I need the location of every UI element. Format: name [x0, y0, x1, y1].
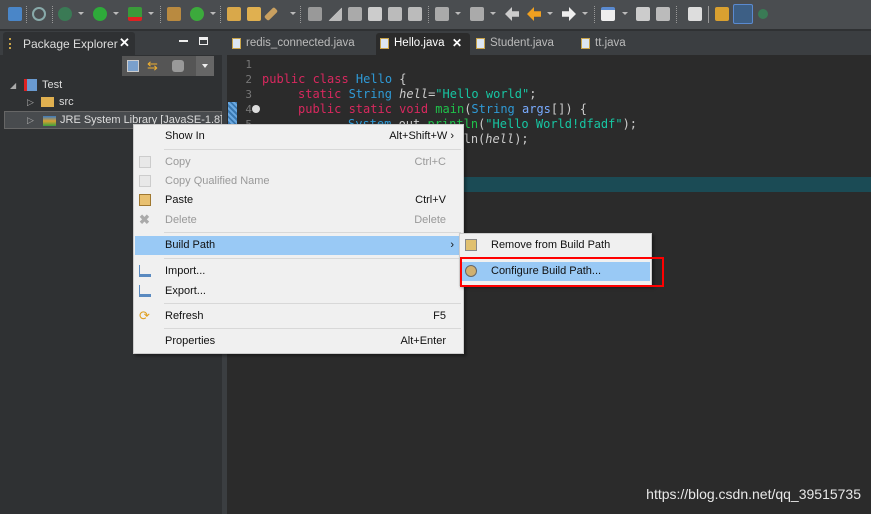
link-with-editor-icon[interactable]: ⇆: [147, 58, 158, 74]
menu-item-copy-qualified-name[interactable]: Copy Qualified Name: [135, 172, 462, 191]
view-toolbar: ⇆: [122, 56, 214, 76]
import-icon: [139, 265, 151, 277]
back-arrow-icon[interactable]: [527, 7, 541, 21]
ruler-icon[interactable]: [328, 7, 342, 21]
menu-item-build-path[interactable]: Build Path ›: [135, 236, 462, 255]
line-number: 3: [245, 88, 252, 101]
menu-item-properties[interactable]: Properties Alt+Enter: [135, 332, 462, 351]
menu-item-import[interactable]: Import...: [135, 262, 462, 281]
collapsed-arrow-icon[interactable]: ▷: [27, 115, 34, 126]
line-number: 4: [245, 103, 252, 116]
delete-icon: ✖: [139, 212, 150, 227]
tree-item-src[interactable]: ▷ src: [27, 96, 74, 108]
tab-student[interactable]: Student.java: [472, 33, 572, 55]
panel-title: Package Explorer: [23, 37, 118, 51]
open-type-icon[interactable]: [227, 7, 241, 21]
tab-redis-connected[interactable]: redis_connected.java: [228, 33, 373, 55]
tree-item-label: Test: [42, 79, 63, 91]
paragraph-icon[interactable]: [408, 7, 422, 21]
forward-icon[interactable]: [562, 7, 576, 21]
tab-label: tt.java: [595, 37, 626, 49]
menu-item-delete[interactable]: ✖ Delete Delete: [135, 211, 462, 230]
main-toolbar: [0, 0, 871, 29]
copy-icon[interactable]: [368, 7, 382, 21]
context-menu: Show In Alt+Shift+W › Copy Ctrl+C Copy Qua…: [133, 124, 464, 354]
menu-item-show-in[interactable]: Show In Alt+Shift+W ›: [135, 127, 462, 146]
java-file-icon: [581, 38, 590, 49]
export-icon: [139, 285, 151, 297]
open-folder-icon[interactable]: [247, 7, 261, 21]
menu-item-export[interactable]: Export...: [135, 282, 462, 301]
pin-icon[interactable]: [308, 7, 322, 21]
remove-build-path-icon: [465, 239, 477, 251]
tree-item-label: src: [59, 96, 74, 108]
terminal-icon[interactable]: [8, 7, 22, 21]
new-class-icon[interactable]: [190, 7, 204, 21]
save-icon[interactable]: [636, 7, 650, 21]
copy-icon: [139, 156, 151, 168]
source-folder-icon: [41, 97, 54, 107]
tab-label: Hello.java: [394, 37, 445, 49]
java-file-icon: [232, 38, 241, 49]
package-icon: [9, 38, 15, 49]
tab-package-explorer[interactable]: Package Explorer ✕: [3, 32, 135, 55]
tab-label: redis_connected.java: [246, 37, 355, 49]
save-all-icon[interactable]: [656, 7, 670, 21]
new-window-icon[interactable]: [601, 7, 615, 21]
code-line: static String hell="Hello world";: [298, 87, 537, 101]
new-java-project-icon[interactable]: [167, 7, 181, 21]
view-menu-filter-icon[interactable]: [172, 60, 184, 72]
fold-icon[interactable]: [252, 105, 260, 113]
tree-item-test[interactable]: ◢ Test: [10, 79, 62, 91]
hierarchy-icon[interactable]: [715, 7, 729, 21]
submenu-arrow-icon: ›: [450, 239, 454, 251]
menu-item-paste[interactable]: Paste Ctrl+V: [135, 191, 462, 210]
java-project-icon: [24, 79, 37, 91]
back-icon[interactable]: [505, 7, 519, 21]
watermark: https://blog.csdn.net/qq_39515735: [646, 486, 861, 502]
menu-item-copy[interactable]: Copy Ctrl+C: [135, 153, 462, 172]
view-menu-button[interactable]: [196, 56, 214, 76]
refresh-icon: ⟳: [139, 308, 150, 323]
close-icon[interactable]: ✕: [119, 35, 130, 51]
run-icon[interactable]: [93, 7, 107, 21]
expanded-arrow-icon[interactable]: ◢: [10, 81, 16, 90]
menu-item-remove-from-build-path[interactable]: Remove from Build Path: [461, 236, 650, 255]
external-tools-icon[interactable]: [128, 7, 142, 21]
minimize-icon[interactable]: [179, 40, 188, 42]
code-line: public class Hello {: [262, 72, 407, 86]
debug-icon[interactable]: [58, 7, 72, 21]
java-file-icon: [380, 38, 389, 49]
java-file-icon: [476, 38, 485, 49]
highlight-annotation-box: [460, 257, 664, 287]
debug-perspective-icon[interactable]: [758, 9, 768, 19]
perspective-icon[interactable]: [688, 7, 702, 21]
paste-icon: [139, 194, 151, 206]
maximize-icon[interactable]: [199, 37, 208, 45]
line-number: 1: [245, 58, 252, 71]
java-perspective-icon[interactable]: [733, 4, 753, 24]
tab-tt[interactable]: tt.java: [577, 33, 657, 55]
file-icon[interactable]: [388, 7, 402, 21]
line-number: 2: [245, 73, 252, 86]
collapsed-arrow-icon[interactable]: ▷: [27, 97, 34, 107]
prev-annotation-icon[interactable]: [470, 7, 484, 21]
menu-item-refresh[interactable]: ⟳ Refresh F5: [135, 307, 462, 326]
close-icon[interactable]: ✕: [452, 36, 462, 50]
tab-label: Student.java: [490, 37, 554, 49]
brush-icon[interactable]: [263, 6, 279, 22]
collapse-all-icon[interactable]: [127, 60, 139, 72]
tab-hello[interactable]: Hello.java ✕: [376, 33, 470, 55]
submenu-arrow-icon: ›: [450, 130, 454, 142]
code-line: public static void main(String args[]) {: [298, 102, 588, 116]
copy-qualified-name-icon: [139, 175, 151, 187]
skip-breakpoints-icon[interactable]: [32, 7, 46, 21]
next-annotation-icon[interactable]: [435, 7, 449, 21]
library-icon: [43, 116, 56, 126]
link-icon[interactable]: [348, 7, 362, 21]
